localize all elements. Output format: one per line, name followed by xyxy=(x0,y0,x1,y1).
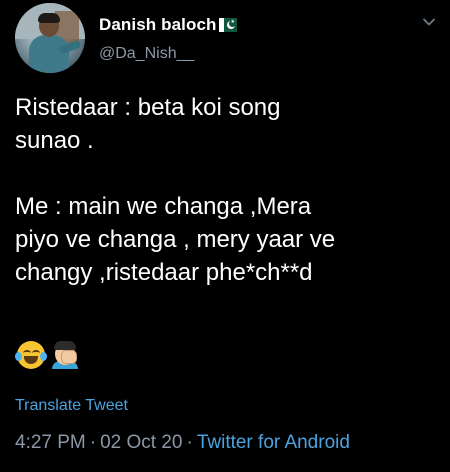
tweet-time[interactable]: 4:27 PM xyxy=(15,432,86,453)
tweet-source-link[interactable]: Twitter for Android xyxy=(197,432,350,453)
author-name-row[interactable]: Danish baloch ★ xyxy=(99,13,237,37)
tweet-card: Danish baloch ★ @Da_Nish__ Ristedaar : b… xyxy=(0,0,450,472)
tweet-metadata: 4:27 PM · 02 Oct 20 · Twitter for Android xyxy=(15,432,350,454)
separator: · xyxy=(89,432,97,453)
display-name[interactable]: Danish baloch xyxy=(99,15,217,35)
chevron-down-icon[interactable] xyxy=(422,15,436,29)
tweet-text: Ristedaar : beta koi song sunao . Me : m… xyxy=(15,94,336,286)
person-facepalming-icon xyxy=(51,341,79,369)
avatar[interactable] xyxy=(15,3,85,73)
emoji-row xyxy=(15,341,79,369)
tweet-date[interactable]: 02 Oct 20 xyxy=(100,432,182,453)
face-with-tears-of-joy-icon xyxy=(15,341,47,369)
translate-tweet-link[interactable]: Translate Tweet xyxy=(15,397,128,415)
pakistan-flag-icon: ★ xyxy=(218,18,237,32)
separator: · xyxy=(186,432,193,453)
user-handle[interactable]: @Da_Nish__ xyxy=(99,45,194,63)
